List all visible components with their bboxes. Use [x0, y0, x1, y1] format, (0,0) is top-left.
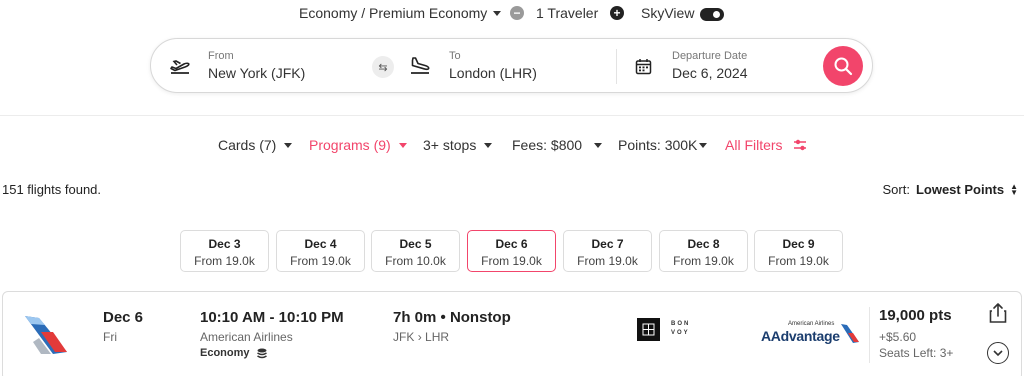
skyview-toggle[interactable]	[700, 8, 724, 21]
date-card[interactable]: Dec 6 From 19.0k	[467, 230, 556, 272]
cards-filter-label: Cards (7)	[218, 137, 277, 153]
takeoff-icon	[170, 60, 190, 74]
stops-filter[interactable]: 3+ stops	[423, 136, 493, 154]
expand-details-button[interactable]	[987, 342, 1009, 364]
flight-search-bar: From New York (JFK) ⇆ To London (LHR) De…	[150, 38, 873, 93]
bonvoy-wordmark: BON VOY	[671, 321, 691, 336]
flight-day: Fri	[103, 330, 117, 344]
chevron-down-icon	[284, 142, 293, 148]
date-card-price: From 19.0k	[290, 254, 351, 268]
airline-name: American Airlines	[200, 330, 293, 344]
to-value: London (LHR)	[449, 65, 537, 81]
cabin-label: Economy / Premium Economy	[299, 5, 488, 21]
date-card-price: From 19.0k	[194, 254, 255, 268]
date-card[interactable]: Dec 8 From 19.0k	[659, 230, 748, 272]
from-value: New York (JFK)	[208, 65, 306, 81]
all-filters-button[interactable]: All Filters	[725, 136, 807, 154]
to-label: To	[449, 50, 461, 62]
date-card-price: From 19.0k	[577, 254, 638, 268]
chevron-right-icon: ›	[417, 330, 426, 344]
date-card-date: Dec 5	[399, 237, 432, 251]
flight-date: Dec 6	[103, 309, 144, 326]
calendar-icon	[635, 59, 652, 75]
stack-icon	[256, 348, 267, 358]
date-card[interactable]: Dec 4 From 19.0k	[276, 230, 365, 272]
top-options-bar: Economy / Premium Economy − 1 Traveler +…	[0, 3, 1024, 23]
flights-found-count: 151 flights found.	[2, 182, 102, 197]
date-card-date: Dec 7	[591, 237, 624, 251]
date-card-date: Dec 9	[782, 237, 815, 251]
american-airlines-logo-icon	[25, 316, 67, 354]
date-card-price: From 19.0k	[768, 254, 829, 268]
chevron-down-icon	[398, 142, 407, 148]
from-field[interactable]: From New York (JFK)	[151, 39, 381, 94]
date-value: Dec 6, 2024	[672, 65, 748, 81]
programs-filter[interactable]: Programs (9)	[309, 136, 407, 154]
cabin-dropdown[interactable]: Economy / Premium Economy	[299, 3, 502, 23]
cash-fee: +$5.60	[879, 330, 917, 344]
date-card-price: From 19.0k	[481, 254, 542, 268]
flight-route: JFK › LHR	[393, 330, 449, 344]
sliders-icon	[793, 139, 806, 151]
programs-filter-label: Programs (9)	[309, 137, 391, 153]
sort-arrows-icon: ▲ ▼	[1010, 181, 1018, 197]
chevron-down-icon	[594, 142, 603, 148]
date-card[interactable]: Dec 9 From 19.0k	[754, 230, 843, 272]
cabin-class: Economy	[200, 347, 267, 359]
sort-label: Sort:	[882, 182, 910, 197]
flight-result-card[interactable]: Dec 6 Fri 10:10 AM - 10:10 PM American A…	[2, 291, 1022, 376]
chevron-down-icon	[699, 142, 708, 148]
date-card-date: Dec 3	[208, 237, 241, 251]
divider	[0, 115, 1024, 116]
origin-code: JFK	[393, 330, 415, 344]
search-button[interactable]	[823, 46, 863, 86]
date-card-price: From 10.0k	[385, 254, 446, 268]
seats-left: Seats Left: 3+	[879, 346, 954, 360]
search-icon	[834, 57, 853, 76]
points-filter-label: Points: 300K	[618, 137, 698, 153]
sort-value: Lowest Points	[915, 182, 1005, 197]
flight-duration: 7h 0m • Nonstop	[393, 309, 511, 326]
flight-times: 10:10 AM - 10:10 PM	[200, 309, 344, 326]
aadvantage-small-text: American Airlines	[788, 321, 835, 327]
points-price: 19,000 pts	[879, 307, 952, 324]
date-card-date: Dec 8	[687, 237, 720, 251]
date-card-price: From 19.0k	[673, 254, 734, 268]
decrease-travelers-button[interactable]: −	[510, 6, 524, 20]
fees-filter[interactable]: Fees: $800	[512, 136, 603, 154]
share-icon[interactable]	[988, 302, 1008, 324]
aadvantage-wordmark: AAdvantage	[761, 328, 840, 344]
increase-travelers-button[interactable]: +	[610, 6, 624, 20]
fees-filter-label: Fees: $800	[512, 137, 583, 153]
swap-airports-button[interactable]: ⇆	[372, 56, 394, 78]
date-label: Departure Date	[672, 50, 748, 62]
chevron-down-icon	[484, 142, 493, 148]
stops-filter-label: 3+ stops	[423, 137, 477, 153]
date-card[interactable]: Dec 3 From 19.0k	[180, 230, 269, 272]
date-card[interactable]: Dec 7 From 19.0k	[563, 230, 652, 272]
to-field[interactable]: To London (LHR)	[401, 39, 616, 94]
date-card[interactable]: Dec 5 From 10.0k	[371, 230, 460, 272]
cards-filter[interactable]: Cards (7)	[218, 136, 293, 154]
date-card-date: Dec 6	[495, 237, 528, 251]
chevron-down-icon	[993, 349, 1003, 356]
points-filter[interactable]: Points: 300K	[618, 136, 708, 154]
chevron-down-icon	[493, 10, 502, 16]
sort-dropdown[interactable]: Sort: Lowest Points ▲ ▼	[882, 182, 1018, 197]
landing-icon	[411, 57, 430, 74]
all-filters-label: All Filters	[725, 137, 783, 153]
aa-flight-symbol-icon	[841, 324, 859, 343]
destination-code: LHR	[425, 330, 450, 344]
departure-date-field[interactable]: Departure Date Dec 6, 2024	[617, 39, 817, 94]
skyview-label: SkyView	[641, 5, 695, 21]
date-card-date: Dec 4	[304, 237, 337, 251]
cabin-label: Economy	[200, 347, 250, 359]
travelers-count: 1 Traveler	[536, 5, 599, 21]
from-label: From	[208, 50, 234, 62]
bonvoy-logo-icon	[637, 318, 660, 341]
